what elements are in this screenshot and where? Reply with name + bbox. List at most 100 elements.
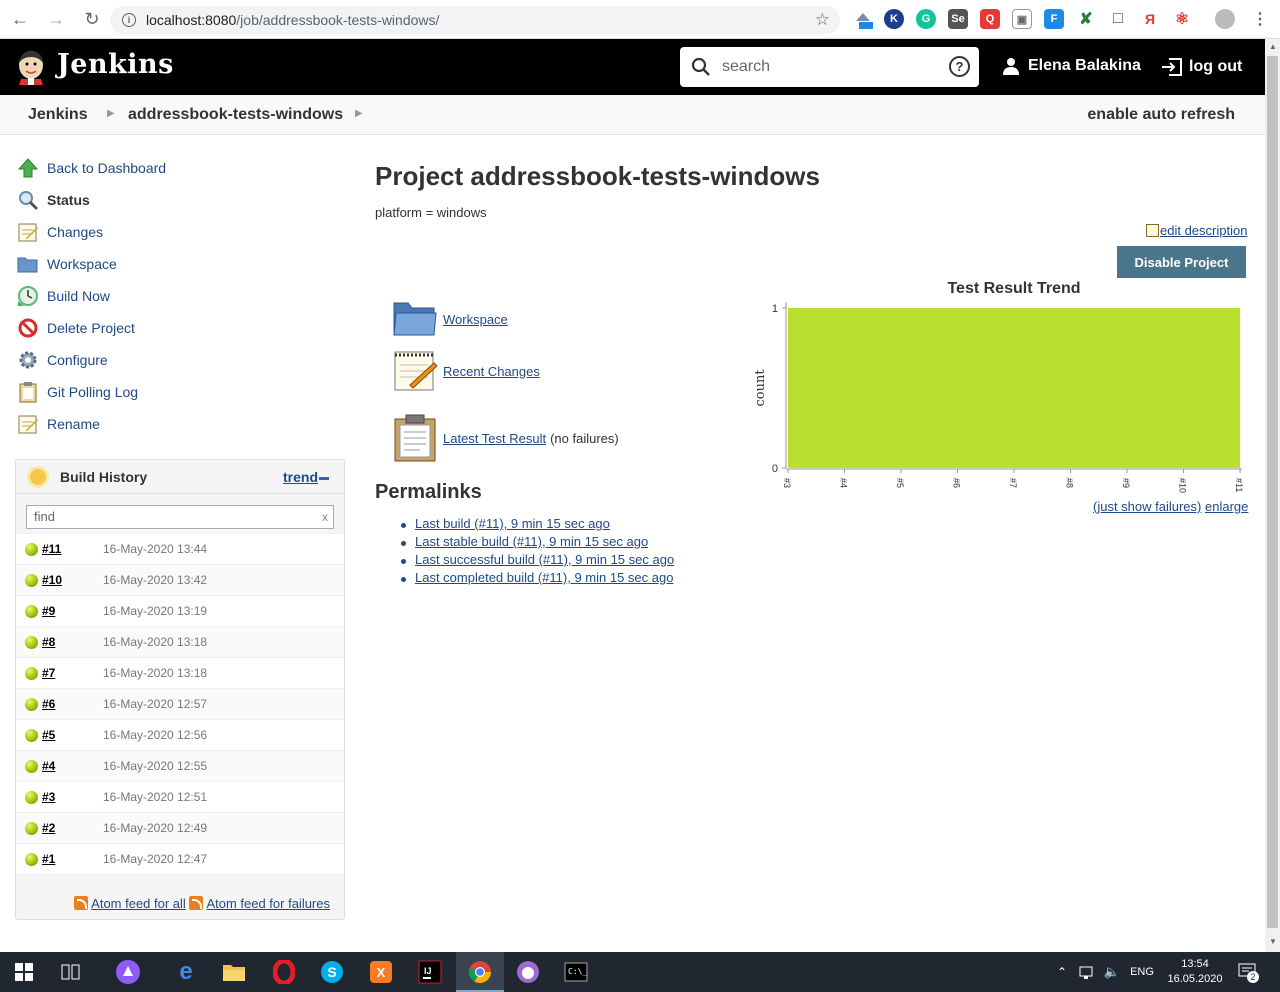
success-ball-icon[interactable] xyxy=(25,791,38,804)
logout-link[interactable]: log out xyxy=(1161,57,1242,77)
intellij-idea-icon[interactable]: IJ xyxy=(416,958,444,986)
permalink-last-stable-build[interactable]: Last stable build (#11), 9 min 15 sec ag… xyxy=(415,534,648,549)
extension-icon[interactable]: ⚛ xyxy=(1172,9,1192,29)
success-ball-icon[interactable] xyxy=(25,853,38,866)
task-back-to-dashboard[interactable]: Back to Dashboard xyxy=(17,152,166,184)
fullscreen-icon[interactable]: □ xyxy=(1108,9,1128,29)
volume-icon[interactable]: 🔈 xyxy=(1102,958,1122,986)
folder-icon[interactable] xyxy=(392,299,438,339)
recent-changes-link[interactable]: Recent Changes xyxy=(443,364,540,379)
task-label[interactable]: Rename xyxy=(47,416,100,432)
edge-browser-icon[interactable]: e xyxy=(172,958,200,986)
search-input[interactable] xyxy=(722,55,942,79)
disable-project-button[interactable]: Disable Project xyxy=(1117,246,1246,278)
task-delete-project[interactable]: Delete Project xyxy=(17,312,166,344)
tray-overflow-icon[interactable]: ⌃ xyxy=(1052,958,1072,986)
language-indicator[interactable]: ENG xyxy=(1128,958,1156,986)
scroll-up-icon[interactable]: ▲ xyxy=(1269,42,1277,51)
task-label[interactable]: Changes xyxy=(47,224,103,240)
build-date[interactable]: 16-May-2020 12:57 xyxy=(103,697,207,711)
build-date[interactable]: 16-May-2020 12:56 xyxy=(103,728,207,742)
build-number-link[interactable]: #8 xyxy=(42,635,55,649)
menu-icon[interactable]: ⋮ xyxy=(1250,9,1270,29)
rss-icon[interactable] xyxy=(74,896,89,910)
info-icon[interactable]: i xyxy=(122,13,136,27)
just-show-failures-link[interactable]: (just show failures) xyxy=(1093,499,1201,514)
task-label[interactable]: Back to Dashboard xyxy=(47,160,166,176)
build-number-link[interactable]: #1 xyxy=(42,852,55,866)
clear-filter-icon[interactable]: x xyxy=(322,506,328,528)
task-label[interactable]: Build Now xyxy=(47,288,110,304)
collapse-icon[interactable] xyxy=(319,477,329,480)
yandex-icon[interactable]: Я xyxy=(1140,9,1160,29)
build-number-link[interactable]: #3 xyxy=(42,790,55,804)
success-ball-icon[interactable] xyxy=(25,822,38,835)
command-prompt-icon[interactable]: C:\_ xyxy=(562,958,590,986)
task-label[interactable]: Configure xyxy=(47,352,108,368)
task-label[interactable]: Workspace xyxy=(47,256,117,272)
permalink-last-build[interactable]: Last build (#11), 9 min 15 sec ago xyxy=(415,516,610,531)
help-icon[interactable]: ? xyxy=(949,56,970,77)
clipboard-icon[interactable] xyxy=(392,414,438,462)
file-explorer-icon[interactable] xyxy=(220,958,248,986)
rss-icon[interactable] xyxy=(189,896,204,910)
build-date[interactable]: 16-May-2020 13:42 xyxy=(103,573,207,587)
task-view-icon[interactable] xyxy=(57,958,85,986)
build-number-link[interactable]: #5 xyxy=(42,728,55,742)
system-clock[interactable]: 13:54 16.05.2020 xyxy=(1166,957,1224,987)
build-number-link[interactable]: #6 xyxy=(42,697,55,711)
build-number-link[interactable]: #11 xyxy=(42,542,61,556)
page-scrollbar[interactable]: ▲ ▼ xyxy=(1265,39,1280,952)
success-ball-icon[interactable] xyxy=(25,698,38,711)
extension-icon[interactable] xyxy=(853,9,873,29)
enlarge-link[interactable]: enlarge xyxy=(1205,499,1248,514)
permalink-last-completed-build[interactable]: Last completed build (#11), 9 min 15 sec… xyxy=(415,570,673,585)
task-build-now[interactable]: Build Now xyxy=(17,280,166,312)
bookmark-star-icon[interactable]: ☆ xyxy=(815,10,830,30)
success-ball-icon[interactable] xyxy=(25,605,38,618)
opera-browser-icon[interactable] xyxy=(270,958,298,986)
build-date[interactable]: 16-May-2020 12:55 xyxy=(103,759,207,773)
test-result-trend-chart[interactable]: Test Result Trend 0 1 count #3 #4 #5 #6 #7 #8 #9 #1… xyxy=(750,275,1250,520)
extension-icon[interactable]: Q xyxy=(980,9,1000,29)
build-date[interactable]: 16-May-2020 12:49 xyxy=(103,821,207,835)
extension-icon[interactable]: K xyxy=(884,9,904,29)
search-field[interactable]: ? xyxy=(680,47,979,87)
extension-icon[interactable]: ✘ xyxy=(1076,9,1096,29)
task-workspace[interactable]: Workspace xyxy=(17,248,166,280)
breadcrumb-separator-icon[interactable]: ▶ xyxy=(355,108,363,119)
chrome-browser-icon[interactable] xyxy=(466,958,494,986)
back-arrow-icon[interactable]: ← xyxy=(4,3,36,35)
build-date[interactable]: 16-May-2020 13:44 xyxy=(103,542,207,556)
latest-test-result-link[interactable]: Latest Test Result xyxy=(443,431,546,446)
jenkins-logo-icon[interactable] xyxy=(15,49,47,85)
build-number-link[interactable]: #7 xyxy=(42,666,55,680)
build-filter-input[interactable]: find x xyxy=(26,505,334,529)
success-ball-icon[interactable] xyxy=(25,667,38,680)
success-ball-icon[interactable] xyxy=(25,636,38,649)
notepad-icon[interactable] xyxy=(392,349,438,393)
alice-assistant-icon[interactable] xyxy=(114,958,142,986)
edit-description-link[interactable]: edit description xyxy=(1146,223,1247,238)
skype-icon[interactable]: S xyxy=(318,958,346,986)
build-date[interactable]: 16-May-2020 13:18 xyxy=(103,635,207,649)
auto-refresh-link[interactable]: enable auto refresh xyxy=(1087,106,1235,124)
build-date[interactable]: 16-May-2020 12:51 xyxy=(103,790,207,804)
build-number-link[interactable]: #4 xyxy=(42,759,55,773)
task-configure[interactable]: Configure xyxy=(17,344,166,376)
breadcrumb-item-job[interactable]: addressbook-tests-windows xyxy=(128,106,343,124)
user-link[interactable]: Elena Balakina xyxy=(1002,57,1141,75)
task-rename[interactable]: Rename xyxy=(17,408,166,440)
build-date[interactable]: 16-May-2020 12:47 xyxy=(103,852,207,866)
breadcrumb-item-jenkins[interactable]: Jenkins xyxy=(28,106,88,124)
forward-arrow-icon[interactable]: → xyxy=(40,3,72,35)
xampp-icon[interactable]: X xyxy=(367,958,395,986)
extension-icon[interactable]: ▣ xyxy=(1012,9,1032,29)
build-number-link[interactable]: #10 xyxy=(42,573,62,587)
success-ball-icon[interactable] xyxy=(25,574,38,587)
trend-link[interactable]: trend xyxy=(283,469,318,485)
task-git-polling-log[interactable]: Git Polling Log xyxy=(17,376,166,408)
atom-feed-all-link[interactable]: Atom feed for all xyxy=(91,896,186,911)
grammarly-icon[interactable]: G xyxy=(916,9,936,29)
selenium-icon[interactable]: Se xyxy=(948,9,968,29)
